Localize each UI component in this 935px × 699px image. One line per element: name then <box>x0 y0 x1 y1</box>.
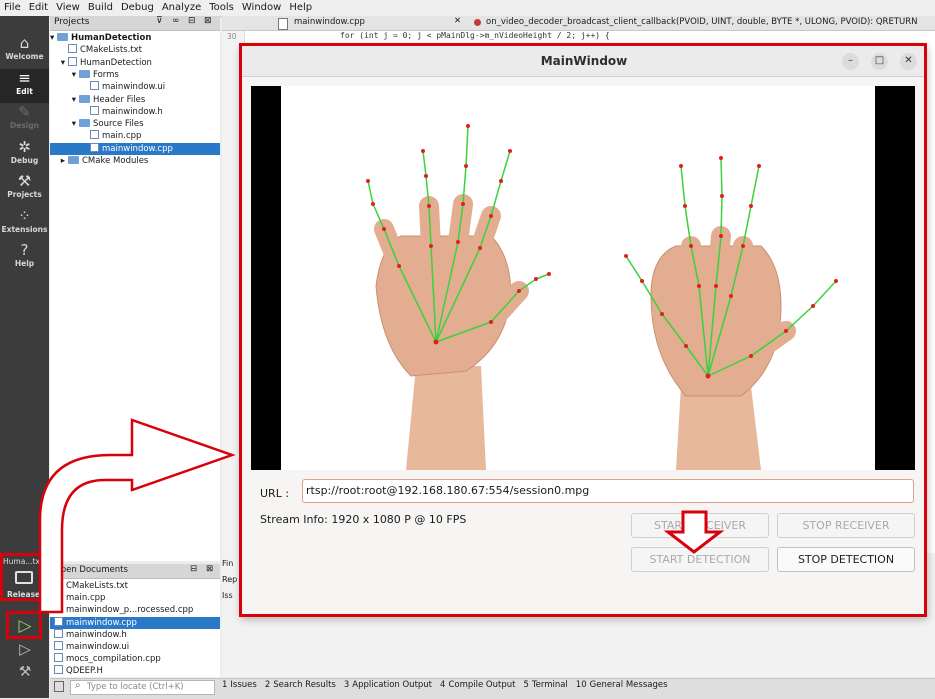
annotation-arrows <box>38 418 725 614</box>
down-arrow-icon <box>663 510 725 554</box>
curved-arrow-icon <box>38 418 236 614</box>
